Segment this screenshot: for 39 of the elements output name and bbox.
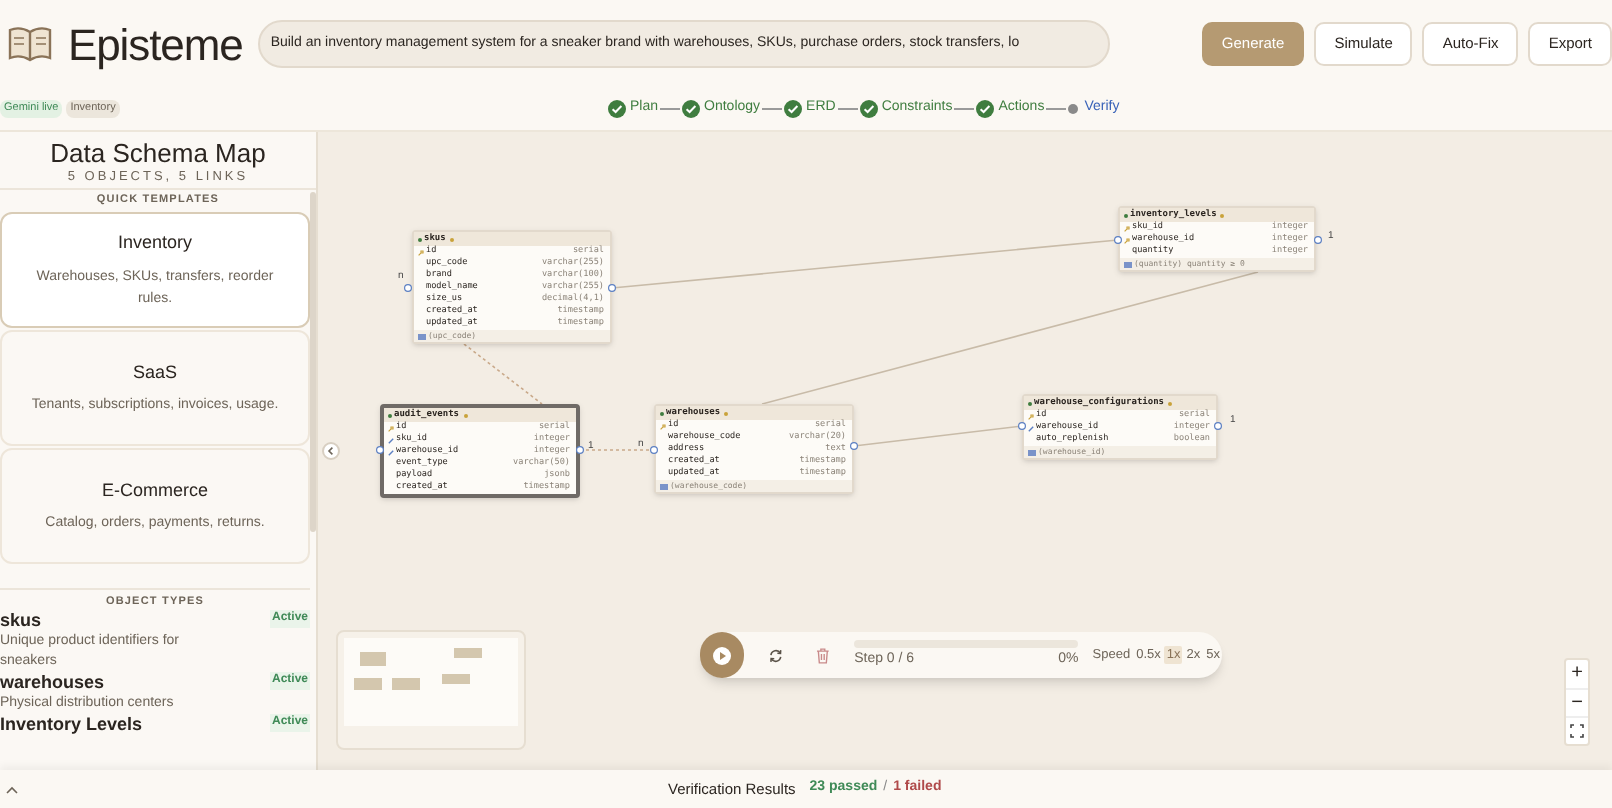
index-icon	[1124, 261, 1132, 267]
zoom-out-button[interactable]: −	[1566, 688, 1588, 716]
index-icon	[660, 483, 668, 489]
chevron-up-icon[interactable]	[6, 785, 18, 793]
template-title: SaaS	[132, 359, 178, 386]
app-title: Episteme	[68, 17, 243, 74]
fullscreen-button[interactable]	[1566, 716, 1588, 744]
key-icon	[1124, 237, 1130, 243]
play-icon	[712, 645, 733, 665]
template-title: E-Commerce	[101, 477, 208, 504]
sidebar-title: Data Schema Map	[48, 138, 268, 168]
object-type-name[interactable]: Inventory Levels	[0, 714, 143, 737]
chevron-left-icon	[326, 446, 336, 456]
index-icon	[418, 333, 426, 339]
scrollbar[interactable]	[310, 192, 316, 532]
collapse-button[interactable]	[322, 442, 340, 460]
link-icon	[1028, 425, 1034, 431]
key-icon	[418, 249, 424, 255]
check-circle-icon	[859, 99, 878, 118]
refresh-icon[interactable]	[768, 647, 785, 663]
check-circle-icon	[608, 99, 626, 118]
link-line	[463, 343, 543, 405]
object-type-name[interactable]: warehouses	[0, 672, 105, 695]
book-icon	[8, 26, 52, 62]
key-icon	[660, 423, 666, 429]
zoom-in-button[interactable]: +	[1566, 660, 1588, 688]
key-icon	[388, 425, 394, 431]
check-circle-icon	[976, 99, 995, 118]
object-type-name[interactable]: skus	[0, 610, 42, 633]
step-dot-icon	[1068, 103, 1079, 114]
index-icon	[1028, 449, 1036, 455]
check-circle-icon	[784, 99, 803, 118]
check-circle-icon	[682, 99, 701, 118]
fullscreen-icon	[1570, 724, 1584, 738]
play-button[interactable]	[700, 632, 745, 678]
key-icon	[1028, 413, 1034, 419]
trash-icon[interactable]	[816, 647, 831, 663]
key-icon	[1124, 225, 1130, 231]
template-title: Inventory	[117, 230, 193, 257]
